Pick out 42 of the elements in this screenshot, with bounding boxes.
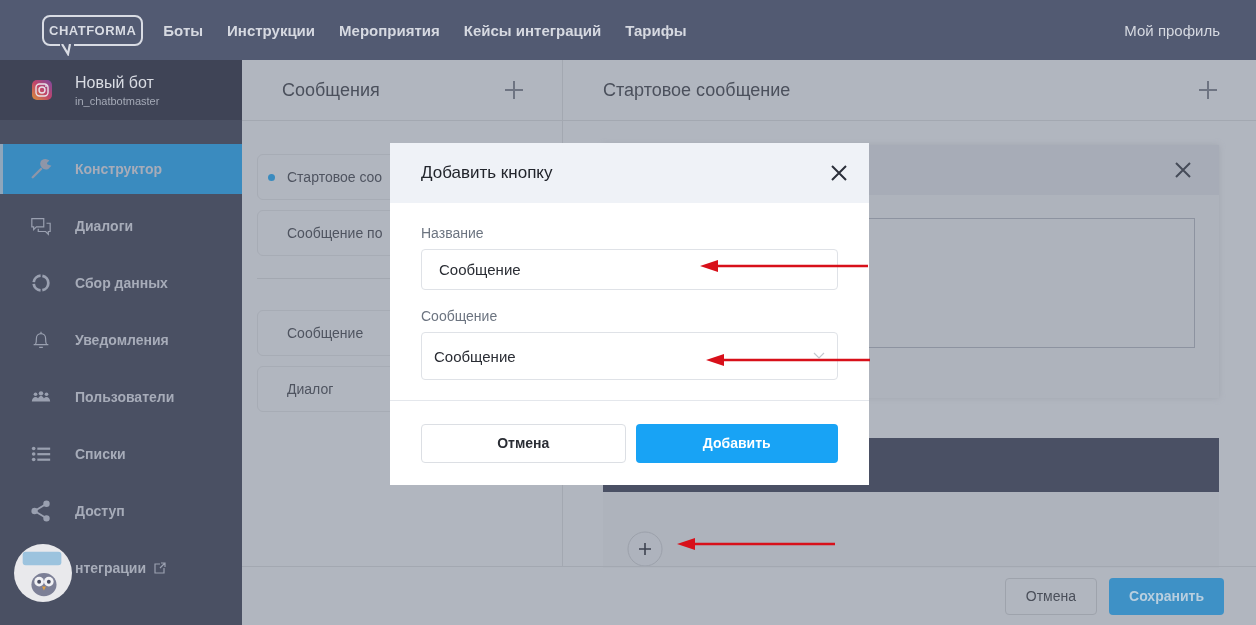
footer-button[interactable]: Отмена [1004, 577, 1098, 615]
footer-button[interactable]: Сохранить [1109, 577, 1224, 615]
sidebar-item[interactable]: нтеграции [0, 543, 242, 593]
sidebar-item[interactable]: Уведомления [0, 315, 242, 365]
panel-title: Сообщения [282, 79, 380, 101]
add-button-icon[interactable] [627, 531, 663, 567]
message-select[interactable]: Сообщение [421, 332, 838, 380]
nav-link[interactable]: Инструкции [227, 21, 316, 39]
profile-link[interactable]: Мой профиль [1124, 21, 1220, 39]
add-icon[interactable] [504, 80, 524, 100]
field-label: Название [421, 225, 485, 241]
logo[interactable]: CHATFORMA [42, 14, 144, 46]
sidebar-item[interactable]: Сбор данных [0, 258, 242, 308]
sidebar-item[interactable]: Доступ [0, 486, 242, 536]
dialog-title: Добавить кнопку [421, 163, 553, 183]
chat-bubbles-icon [30, 215, 52, 237]
chat-widget-icon[interactable] [14, 544, 72, 602]
sidebar-item[interactable]: Пользователи [0, 372, 242, 422]
message-label: Сообщение [287, 325, 364, 341]
message-label: Диалог [287, 381, 334, 397]
sidebar-item[interactable]: Диалоги [0, 201, 242, 251]
nav-link[interactable]: Боты [163, 21, 204, 39]
bot-handle: in_chatbotmaster [75, 94, 160, 107]
chevron-icon [813, 352, 825, 360]
wrench-icon [30, 158, 52, 180]
message-label: Сообщение по [287, 225, 383, 241]
nav-link[interactable]: Мероприятия [339, 21, 440, 39]
field-label: Сообщение [421, 308, 499, 324]
share-icon [30, 500, 52, 522]
message-label: Стартовое соо [287, 169, 383, 185]
panel-title: Стартовое сообщение [603, 79, 791, 101]
dialog-button[interactable]: Отмена [421, 423, 626, 463]
add-icon[interactable] [1198, 80, 1218, 100]
sidebar-item[interactable]: Списки [0, 429, 242, 479]
bot-name: Новый бот [75, 73, 155, 92]
nav-link[interactable]: Тарифы [625, 21, 687, 39]
nav-link[interactable]: Кейсы интеграций [463, 21, 602, 39]
dialog-button[interactable]: Добавить [635, 423, 838, 463]
camera-app-icon [32, 80, 52, 100]
close-icon[interactable] [831, 165, 847, 181]
ring-icon [30, 272, 52, 294]
name-input[interactable]: Сообщение [421, 249, 838, 290]
